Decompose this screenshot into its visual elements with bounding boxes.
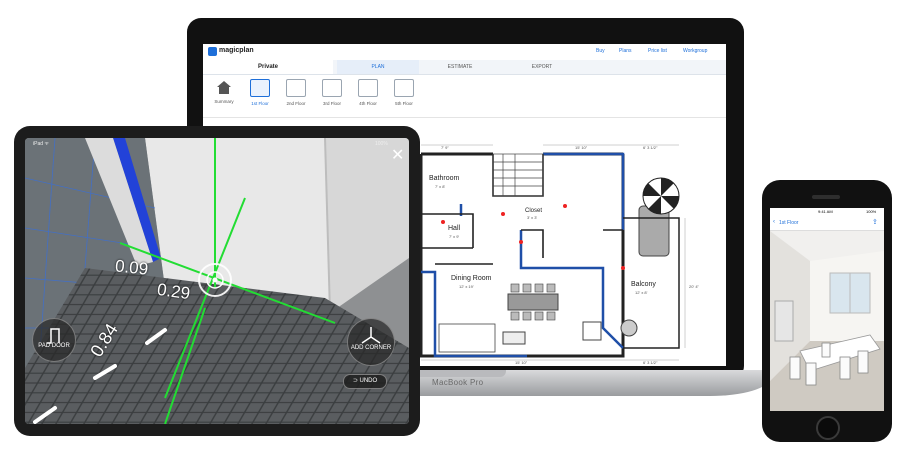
undo-label: UNDO	[359, 378, 378, 384]
tab-plan[interactable]: PLAN	[337, 60, 419, 74]
phone-speaker	[812, 195, 840, 199]
room-size: 3' x 3'	[527, 215, 537, 220]
room-label-closet: Closet	[525, 208, 542, 214]
pad-door-label: PAD DOOR	[38, 343, 70, 349]
share-icon[interactable]: ⇪	[872, 218, 878, 226]
app-logo-text: magicplan	[219, 47, 254, 54]
floor-summary[interactable]: Summary	[209, 79, 239, 104]
close-icon[interactable]: ✕	[391, 148, 404, 164]
room-size: 7' x 8'	[435, 184, 445, 189]
room-size: 12' x 8'	[635, 290, 648, 295]
floor-label: 3rd Floor	[322, 101, 341, 106]
floor-label: 5th Floor	[395, 101, 413, 106]
undo-icon: ⊃	[352, 378, 360, 384]
room-label-hall: Hall	[448, 225, 461, 232]
home-icon	[215, 79, 233, 95]
floor-label: Summary	[214, 99, 234, 104]
ar-measurement: 0.09	[114, 256, 150, 279]
dimension-label: 20' 4"	[689, 284, 700, 289]
phone-screen: 9:41 AM 100% ‹ 1st Floor ⇪	[770, 208, 884, 411]
room-label-dining: Dining Room	[451, 275, 492, 282]
floor-label: 1st Floor	[251, 101, 269, 106]
dimension-label: 15' 10"	[515, 360, 528, 365]
floor-2nd[interactable]: 2nd Floor	[281, 79, 311, 106]
floor-plan-icon	[250, 79, 270, 97]
nav-buy[interactable]: Buy	[596, 48, 605, 54]
add-corner-label: ADD CORNER	[350, 345, 392, 351]
undo-button[interactable]: ⊃ UNDO	[343, 374, 387, 389]
tab-export[interactable]: EXPORT	[501, 60, 583, 74]
3d-room-view[interactable]	[770, 231, 884, 411]
dimension-label: 6' 3 1/2"	[643, 145, 658, 150]
umbrella-icon	[642, 177, 680, 215]
room-size: 7' x 9'	[449, 234, 459, 239]
tablet-status-right: 100%	[375, 141, 388, 147]
phone-battery: 100%	[866, 209, 877, 214]
floor-4th[interactable]: 4th Floor	[353, 79, 383, 106]
room-label-balcony: Balcony	[631, 281, 656, 288]
floor-5th[interactable]: 5th Floor	[389, 79, 419, 106]
pad-door-button[interactable]: PAD DOOR	[32, 318, 76, 362]
floor-label: 4th Floor	[359, 101, 377, 106]
dining-table-icon	[507, 293, 559, 311]
back-chevron-icon[interactable]: ‹	[773, 219, 775, 225]
tablet-status-left: iPad ᯤ	[33, 141, 49, 147]
floor-plan-icon	[322, 79, 342, 97]
tab-estimate[interactable]: ESTIMATE	[419, 60, 501, 74]
dimension-label: 7' 9"	[441, 145, 449, 150]
back-label[interactable]: 1st Floor	[779, 220, 798, 226]
floor-plan-icon	[286, 79, 306, 97]
laptop-notch	[414, 370, 506, 377]
room-label-bathroom: Bathroom	[429, 175, 460, 182]
laptop-brand-label: MacBook Pro	[432, 378, 484, 387]
floor-label: 2nd Floor	[286, 101, 306, 106]
floor-plan-icon	[358, 79, 378, 97]
home-button[interactable]	[816, 416, 840, 440]
floor-1st[interactable]: 1st Floor	[245, 79, 275, 106]
nav-workgroup[interactable]: Workgroup	[683, 48, 707, 54]
app-topbar: magicplan Buy Plans Price list Workgroup	[203, 44, 726, 61]
add-corner-button[interactable]: ADD CORNER	[347, 318, 395, 366]
magicplan-logo-icon	[208, 47, 217, 56]
phone-navbar: ‹ 1st Floor ⇪	[770, 216, 884, 231]
dimension-label: 6' 3 1/2"	[643, 360, 658, 365]
phone-time: 9:41 AM	[818, 209, 833, 214]
tablet-ar-screen[interactable]: 0.09 0.29 0.84 iPad ᯤ 100% ✕ PAD DOOR AD…	[25, 138, 409, 424]
room-size: 12' x 19'	[459, 284, 474, 289]
phone-status-bar: 9:41 AM 100%	[770, 208, 884, 216]
dimension-label: 15' 10"	[575, 145, 588, 150]
nav-price-list[interactable]: Price list	[648, 48, 667, 54]
project-name: Private	[203, 60, 333, 74]
project-tabs: Private PLAN ESTIMATE EXPORT	[203, 60, 726, 75]
floor-3rd[interactable]: 3rd Floor	[317, 79, 347, 106]
floor-selector: Summary 1st Floor 2nd Floor 3rd Floor 4t…	[203, 75, 726, 118]
floor-plan-icon	[394, 79, 414, 97]
nav-plans[interactable]: Plans	[619, 48, 632, 54]
